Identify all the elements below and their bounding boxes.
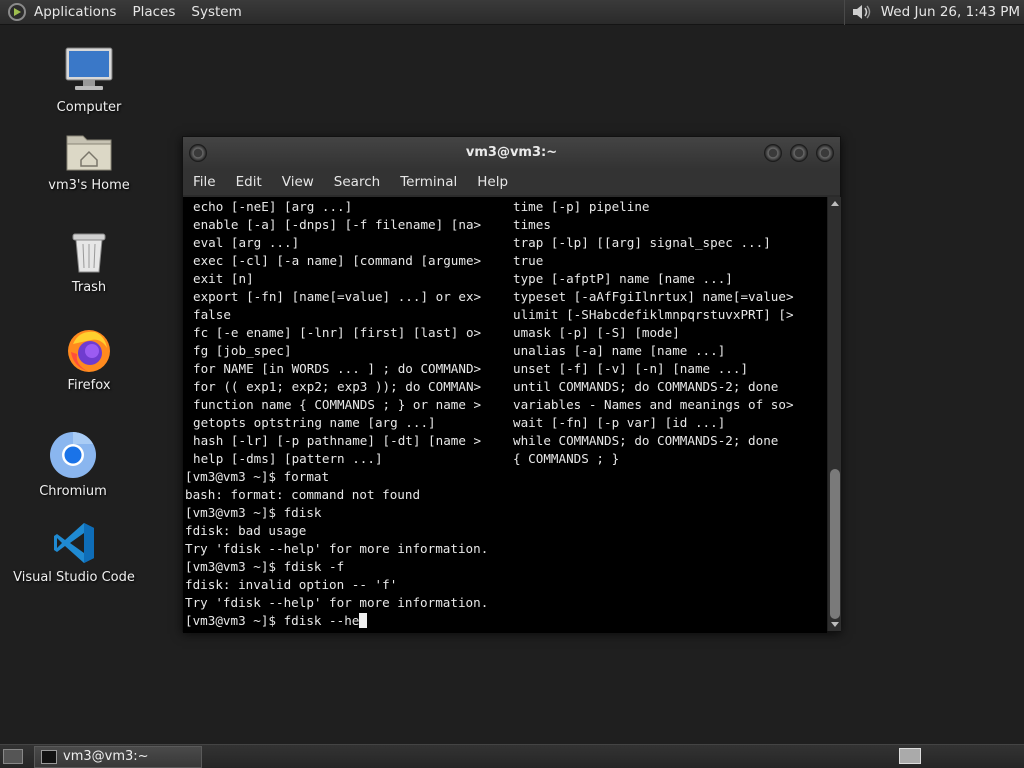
volume-icon[interactable]: [851, 3, 873, 21]
scroll-up-icon[interactable]: [831, 201, 839, 206]
command-prompt-line[interactable]: [vm3@vm3 ~]$ fdisk --he: [185, 612, 825, 630]
bottom-panel: vm3@vm3:~: [0, 744, 1024, 768]
terminal-line: [vm3@vm3 ~]$ format: [185, 469, 330, 484]
command-history: [vm3@vm3 ~]$ format bash: format: comman…: [185, 468, 825, 630]
desktop-icon-chromium[interactable]: Chromium: [8, 430, 138, 499]
menu-view[interactable]: View: [282, 174, 314, 190]
desktop-icon-label: vm3's Home: [48, 178, 130, 193]
terminal-line: { COMMANDS ; }: [513, 451, 620, 466]
workspace-switcher[interactable]: [899, 748, 921, 764]
terminal-line: enable [-a] [-dnps] [-f filename] [na>: [193, 217, 482, 232]
menu-terminal[interactable]: Terminal: [400, 174, 457, 190]
terminal-line: eval [arg ...]: [193, 235, 300, 250]
terminal-line: fdisk: invalid option -- 'f': [185, 577, 398, 592]
terminal-line: [vm3@vm3 ~]$ fdisk: [185, 505, 322, 520]
menu-file[interactable]: File: [193, 174, 216, 190]
desktop-icon-vscode[interactable]: Visual Studio Code: [9, 520, 139, 585]
desktop-icon-label: Chromium: [39, 484, 107, 499]
taskbar-terminal-button[interactable]: vm3@vm3:~: [34, 746, 202, 768]
terminal-line: export [-fn] [name[=value] ...] or ex>: [193, 289, 482, 304]
terminal-scrollbar[interactable]: [827, 197, 841, 631]
panel-separator: [843, 0, 845, 25]
terminal-line: while COMMANDS; do COMMANDS-2; done: [513, 433, 779, 448]
terminal-line: false: [193, 307, 231, 322]
scroll-down-icon[interactable]: [831, 622, 839, 627]
window-titlebar[interactable]: vm3@vm3:~: [183, 137, 840, 169]
menu-edit[interactable]: Edit: [236, 174, 262, 190]
terminal-line: bash: format: command not found: [185, 487, 421, 502]
terminal-icon: [41, 750, 57, 764]
terminal-line: getopts optstring name [arg ...]: [193, 415, 436, 430]
current-input[interactable]: [vm3@vm3 ~]$ fdisk --he: [185, 613, 359, 628]
terminal-line: [vm3@vm3 ~]$ fdisk -f: [185, 559, 345, 574]
terminal-line: Try 'fdisk --help' for more information.: [185, 541, 489, 556]
terminal-line: typeset [-aAfFgiIlnrtux] name[=value>: [513, 289, 794, 304]
terminal-line: for NAME [in WORDS ... ] ; do COMMAND>: [193, 361, 482, 376]
chromium-icon: [50, 432, 96, 478]
desktop-icon-label: Trash: [71, 280, 107, 295]
terminal-line: trap [-lp] [[arg] signal_spec ...]: [513, 235, 771, 250]
terminal-line: times: [513, 217, 551, 232]
firefox-icon: [68, 330, 110, 372]
terminal-line: function name { COMMANDS ; } or name >: [193, 397, 482, 412]
clock[interactable]: Wed Jun 26, 1:43 PM: [881, 4, 1020, 20]
computer-icon: [65, 47, 113, 90]
trash-icon: [72, 233, 106, 273]
terminal-line: fdisk: bad usage: [185, 523, 307, 538]
window-menubar: File Edit View Search Terminal Help: [183, 169, 840, 195]
terminal-line: unalias [-a] name [name ...]: [513, 343, 726, 358]
help-left-column: echo [-neE] [arg ...] enable [-a] [-dnps…: [193, 198, 513, 468]
help-right-column: time [-p] pipeline times trap [-lp] [[ar…: [513, 198, 823, 468]
terminal-line: echo [-neE] [arg ...]: [193, 199, 353, 214]
menu-system[interactable]: System: [191, 4, 241, 20]
close-icon[interactable]: [816, 144, 834, 162]
terminal-line: help [-dms] [pattern ...]: [193, 451, 383, 466]
minimize-icon[interactable]: [764, 144, 782, 162]
terminal-line: exit [n]: [193, 271, 254, 286]
top-panel: Applications Places System Wed Jun 26, 1…: [0, 0, 1024, 25]
maximize-icon[interactable]: [790, 144, 808, 162]
terminal-line: variables - Names and meanings of so>: [513, 397, 794, 412]
desktop-icon-label: Firefox: [67, 378, 111, 393]
show-desktop-icon[interactable]: [3, 749, 23, 764]
desktop-icon-trash[interactable]: Trash: [24, 228, 154, 295]
terminal-line: fc [-e ename] [-lnr] [first] [last] o>: [193, 325, 482, 340]
terminal-line: Try 'fdisk --help' for more information.: [185, 595, 489, 610]
desktop-icon-label: Visual Studio Code: [13, 570, 135, 585]
terminal-line: type [-afptP] name [name ...]: [513, 271, 733, 286]
terminal-line: until COMMANDS; do COMMANDS-2; done: [513, 379, 779, 394]
top-panel-tray: Wed Jun 26, 1:43 PM: [843, 0, 1024, 25]
window-menu-icon[interactable]: [189, 144, 207, 162]
desktop-icon-firefox[interactable]: Firefox: [24, 326, 154, 393]
terminal-line: true: [513, 253, 544, 268]
menu-applications[interactable]: Applications: [34, 4, 116, 20]
scrollbar-thumb[interactable]: [830, 469, 840, 619]
terminal-line: hash [-lr] [-p pathname] [-dt] [name >: [193, 433, 482, 448]
text-cursor: [359, 613, 368, 628]
taskbar-button-label: vm3@vm3:~: [63, 749, 149, 764]
terminal-line: wait [-fn] [-p var] [id ...]: [513, 415, 726, 430]
menu-places[interactable]: Places: [132, 4, 175, 20]
terminal-line: unset [-f] [-v] [-n] [name ...]: [513, 361, 749, 376]
vscode-icon: [54, 523, 94, 563]
desktop-icon-home[interactable]: vm3's Home: [24, 128, 154, 193]
terminal-output[interactable]: echo [-neE] [arg ...] enable [-a] [-dnps…: [183, 197, 827, 633]
window-title: vm3@vm3:~: [465, 145, 558, 160]
terminal-line: ulimit [-SHabcdefiklmnpqrstuvxPRT] [>: [513, 307, 794, 322]
terminal-line: umask [-p] [-S] [mode]: [513, 325, 680, 340]
terminal-line: for (( exp1; exp2; exp3 )); do COMMAN>: [193, 379, 482, 394]
desktop-icon-computer[interactable]: Computer: [24, 44, 154, 115]
terminal-line: exec [-cl] [-a name] [command [argume>: [193, 253, 482, 268]
menu-search[interactable]: Search: [334, 174, 380, 190]
menu-help[interactable]: Help: [477, 174, 508, 190]
terminal-line: time [-p] pipeline: [513, 199, 650, 214]
terminal-window[interactable]: vm3@vm3:~ File Edit View Search Terminal…: [182, 136, 841, 633]
home-folder-icon: [66, 135, 112, 171]
desktop-icon-label: Computer: [56, 100, 122, 115]
distro-logo-icon[interactable]: [8, 3, 26, 21]
terminal-line: fg [job_spec]: [193, 343, 292, 358]
